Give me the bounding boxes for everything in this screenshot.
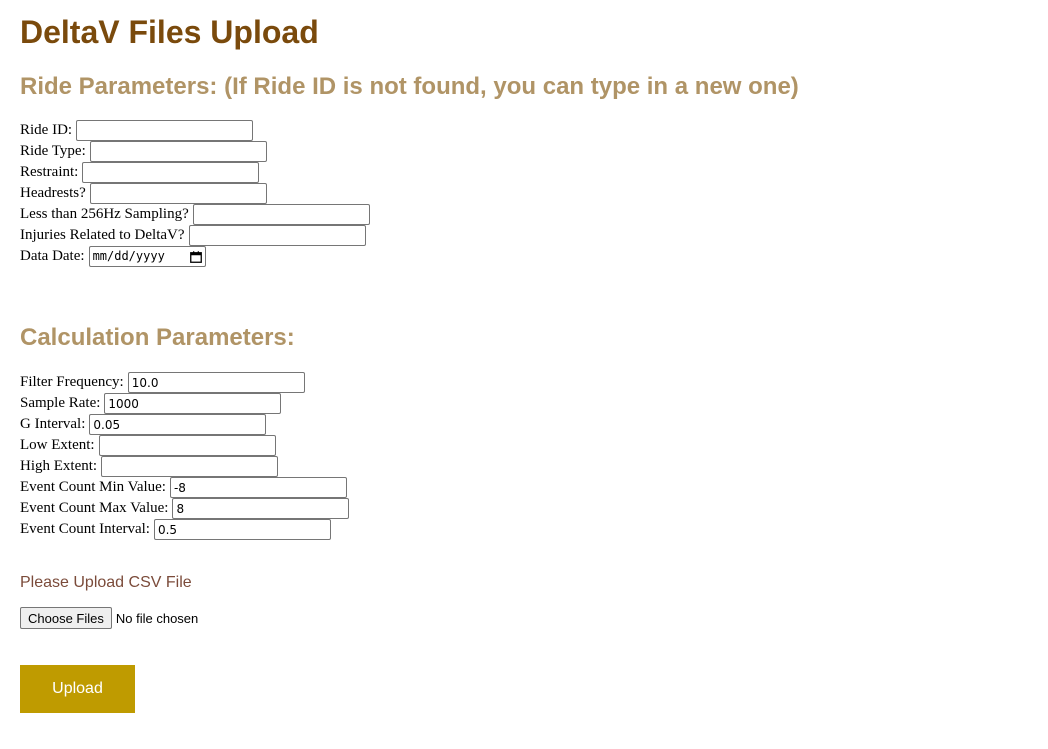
restraint-input[interactable] <box>82 162 260 183</box>
headrests-row: Headrests? <box>20 183 370 204</box>
calendar-icon[interactable] <box>189 250 202 263</box>
event-count-min-input[interactable] <box>169 477 347 498</box>
upload-csv-label: Please Upload CSV File <box>20 574 192 591</box>
injuries-input[interactable] <box>188 225 366 246</box>
file-status-text: No file chosen <box>115 610 199 626</box>
event-count-interval-row: Event Count Interval: <box>20 519 349 540</box>
restraint-label: Restraint: <box>20 164 79 180</box>
ride-id-input[interactable] <box>76 120 254 141</box>
page-title: DeltaV Files Upload <box>20 14 319 50</box>
sample-rate-input[interactable] <box>104 393 282 414</box>
injuries-label: Injuries Related to DeltaV? <box>20 227 185 243</box>
high-extent-row: High Extent: <box>20 456 349 477</box>
data-date-row: Data Date: mm/dd/yyyy <box>20 246 370 267</box>
headrests-label: Headrests? <box>20 185 86 201</box>
low-extent-input[interactable] <box>98 435 276 456</box>
data-date-label: Data Date: <box>20 248 85 264</box>
low-extent-label: Low Extent: <box>20 437 95 453</box>
ride-parameters-heading: Ride Parameters: (If Ride ID is not foun… <box>20 73 799 100</box>
event-count-interval-input[interactable] <box>153 519 331 540</box>
filter-frequency-row: Filter Frequency: <box>20 372 349 393</box>
ride-id-label: Ride ID: <box>20 122 73 138</box>
sampling-row: Less than 256Hz Sampling? <box>20 204 370 225</box>
event-count-max-label: Event Count Max Value: <box>20 500 169 516</box>
filter-frequency-label: Filter Frequency: <box>20 374 124 390</box>
sample-rate-label: Sample Rate: <box>20 395 101 411</box>
data-date-input[interactable]: mm/dd/yyyy <box>88 246 206 267</box>
choose-files-button[interactable]: Choose Files <box>20 607 112 629</box>
ride-type-label: Ride Type: <box>20 143 86 159</box>
g-interval-row: G Interval: <box>20 414 349 435</box>
injuries-row: Injuries Related to DeltaV? <box>20 225 370 246</box>
sampling-input[interactable] <box>192 204 370 225</box>
g-interval-input[interactable] <box>89 414 267 435</box>
file-picker: Choose Files No file chosen <box>20 607 198 629</box>
event-count-min-label: Event Count Min Value: <box>20 479 166 495</box>
ride-parameters-form: Ride ID: Ride Type: Restraint: Headrests… <box>20 120 370 267</box>
high-extent-label: High Extent: <box>20 458 98 474</box>
calculation-parameters-heading: Calculation Parameters: <box>20 324 295 351</box>
calculation-parameters-form: Filter Frequency: Sample Rate: G Interva… <box>20 372 350 540</box>
sampling-label: Less than 256Hz Sampling? <box>20 206 189 222</box>
filter-frequency-input[interactable] <box>127 372 305 393</box>
date-placeholder: mm/dd/yyyy <box>92 249 165 263</box>
high-extent-input[interactable] <box>101 456 279 477</box>
event-count-max-input[interactable] <box>172 498 350 519</box>
ride-type-row: Ride Type: <box>20 141 370 162</box>
restraint-row: Restraint: <box>20 162 370 183</box>
low-extent-row: Low Extent: <box>20 435 349 456</box>
upload-button[interactable]: Upload <box>20 665 135 713</box>
g-interval-label: G Interval: <box>20 416 86 432</box>
event-count-max-row: Event Count Max Value: <box>20 498 350 519</box>
event-count-interval-label: Event Count Interval: <box>20 521 150 537</box>
event-count-min-row: Event Count Min Value: <box>20 477 349 498</box>
ride-type-input[interactable] <box>89 141 267 162</box>
sample-rate-row: Sample Rate: <box>20 393 349 414</box>
ride-id-row: Ride ID: <box>20 120 370 141</box>
headrests-input[interactable] <box>89 183 267 204</box>
